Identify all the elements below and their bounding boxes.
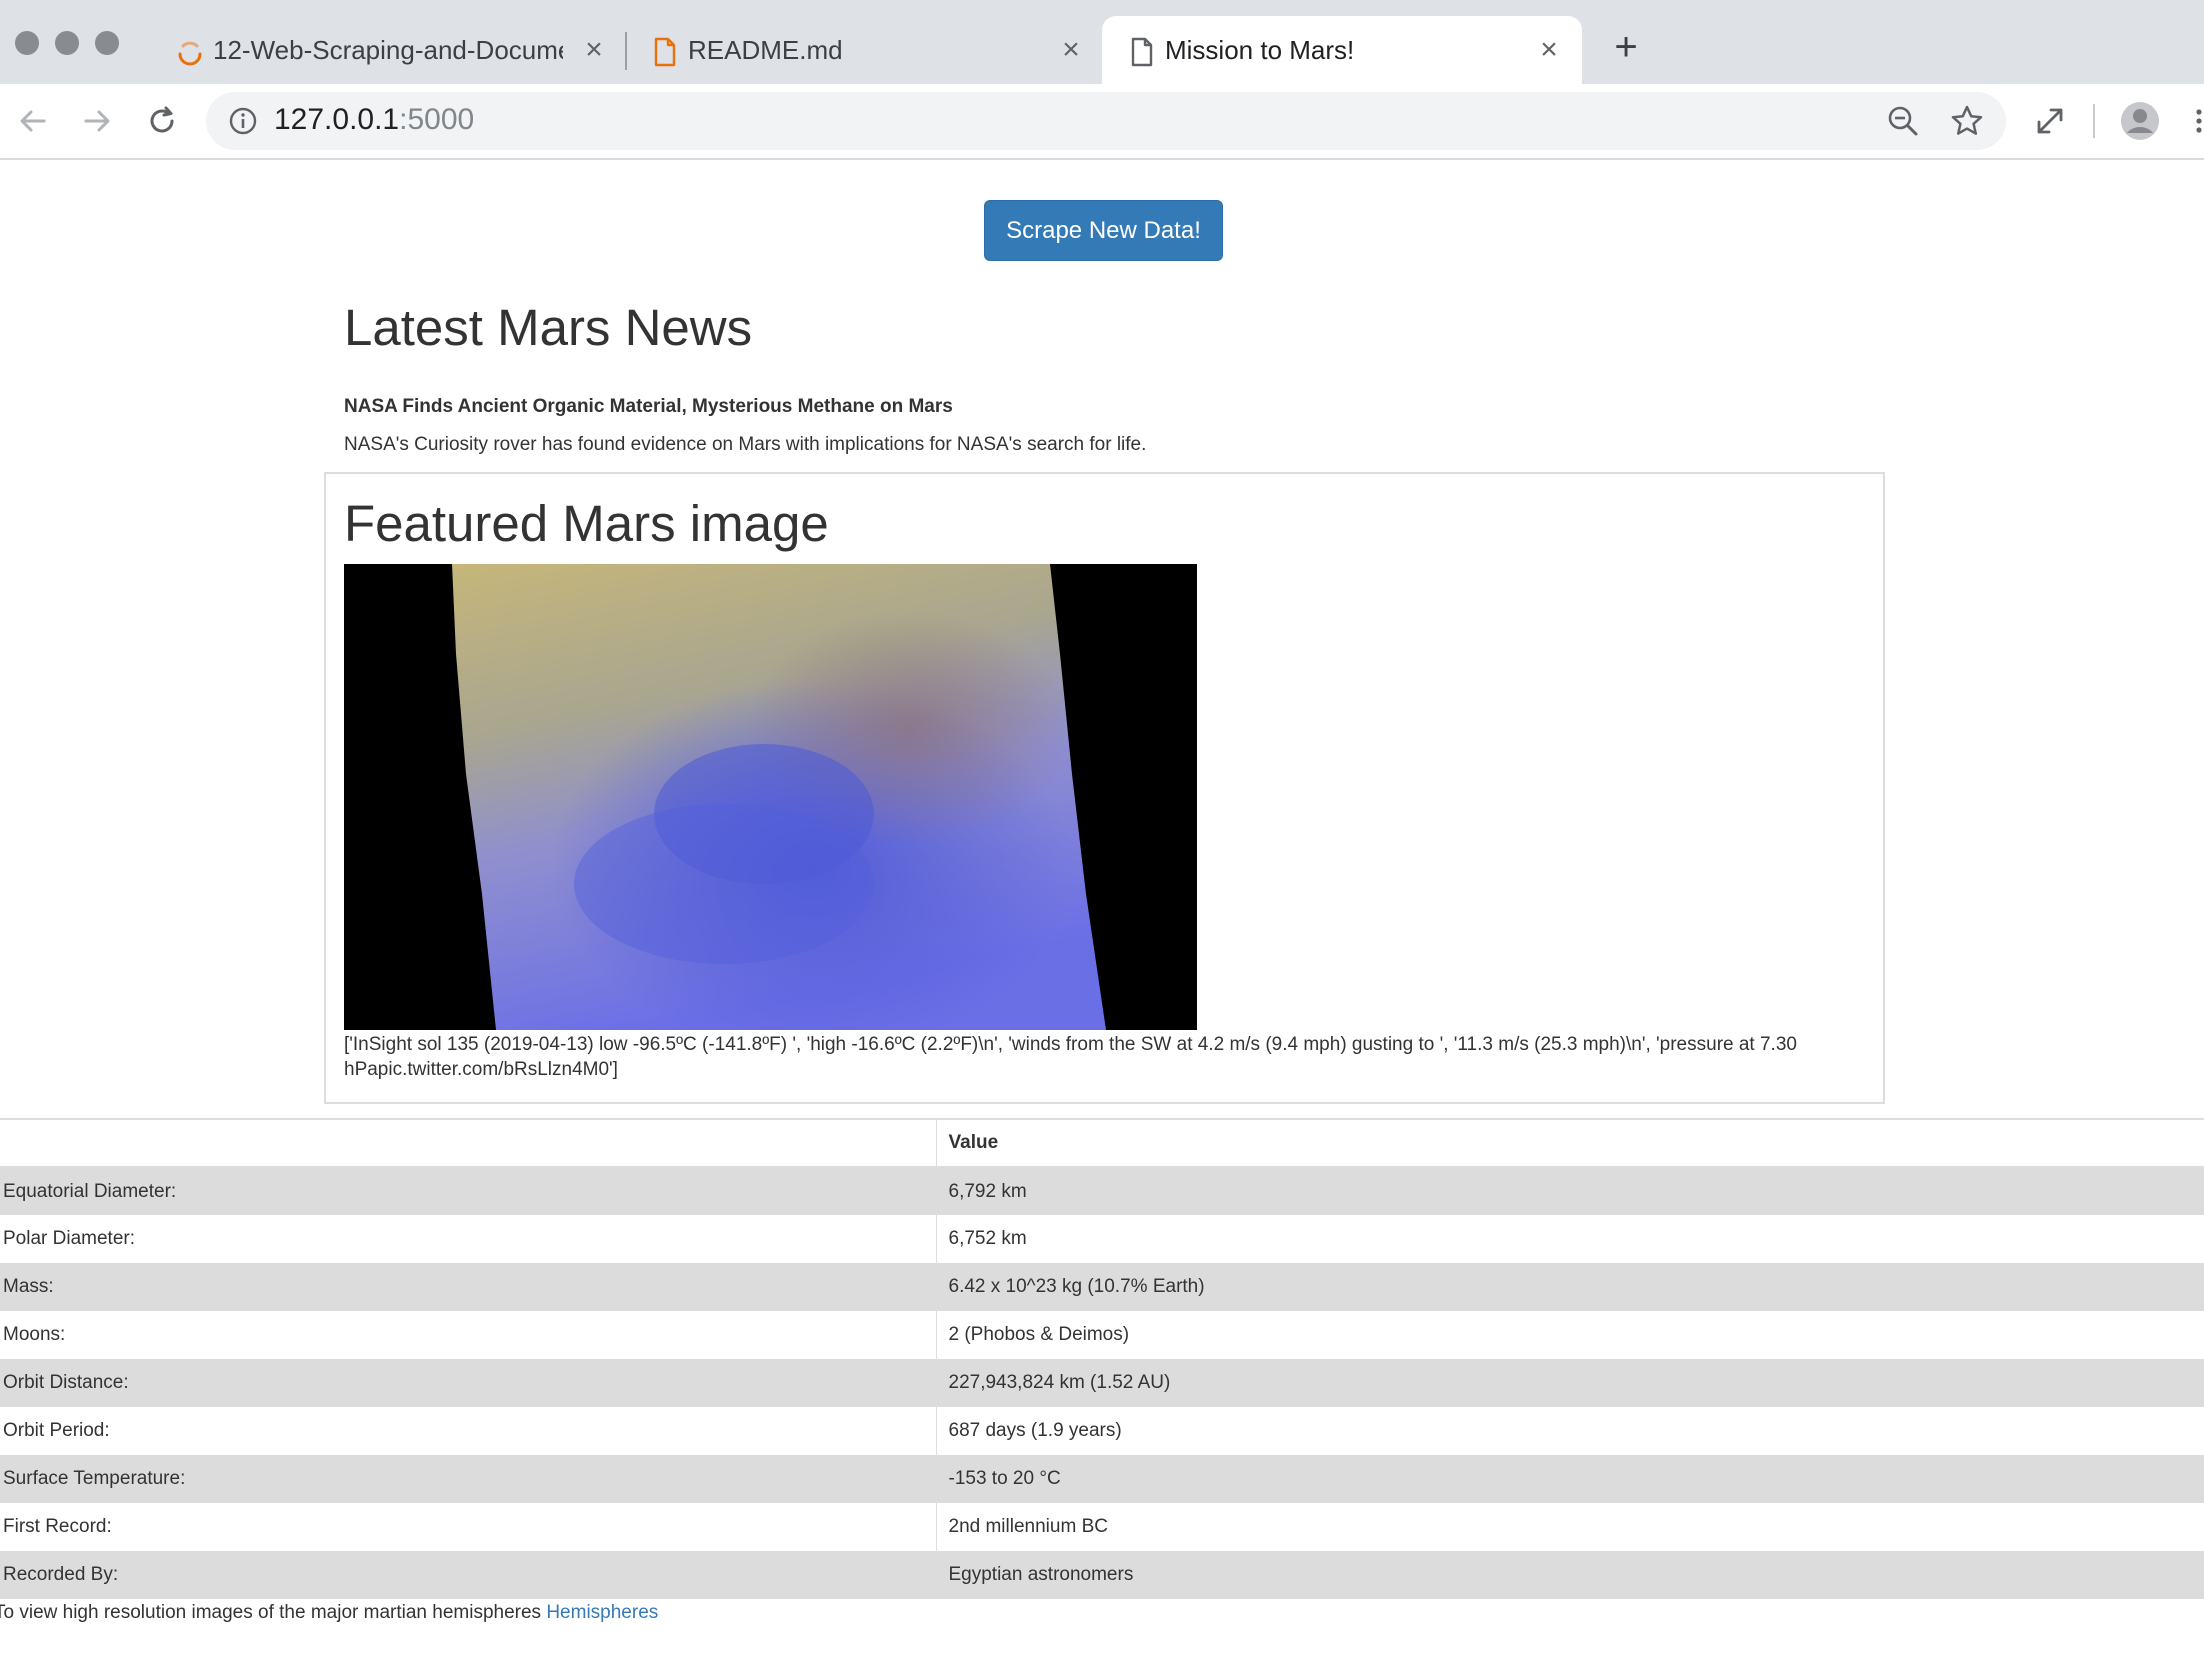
tab-title: README.md [688,35,843,65]
zoom-out-icon[interactable] [1884,102,1922,140]
page-content: Scrape New Data! Latest Mars News NASA F… [0,160,2204,1670]
table-row: Orbit Period: 687 days (1.9 years) [0,1407,2204,1455]
profile-avatar-icon[interactable] [2119,100,2161,142]
mars-weather-text: ['InSight sol 135 (2019-04-13) low -96.5… [344,1034,1797,1080]
loading-spinner-icon [178,41,202,66]
fact-value: 6,752 km [948,1228,1027,1249]
news-paragraph: NASA's Curiosity rover has found evidenc… [344,434,1147,455]
fact-value: Egyptian astronomers [948,1564,1134,1585]
mars-facts-table: Value Equatorial Diameter: 6,792 km Pola… [0,1118,2204,1599]
fact-label: Moons: [0,1311,937,1359]
more-menu-icon[interactable] [2190,102,2204,140]
table-header: Value [948,1132,999,1153]
fact-label: Polar Diameter: [0,1215,937,1263]
address-bar[interactable]: 127.0.0.1:5000 [206,92,2006,150]
minimize-window-button[interactable] [55,31,79,55]
table-row: Moons: 2 (Phobos & Deimos) [0,1311,2204,1359]
hemispheres-line: To view high resolution images of the ma… [0,1602,658,1624]
tab-mission-to-mars[interactable]: Mission to Mars! × [1102,16,1582,84]
fact-value: 2nd millennium BC [948,1516,1108,1537]
back-arrow-icon[interactable] [14,102,52,140]
tab-web-scraping[interactable]: 12-Web-Scraping-and-Document-Databases × [150,16,620,84]
toolbar-divider [2093,104,2095,138]
table-row: Polar Diameter: 6,752 km [0,1215,2204,1263]
fact-label: Surface Temperature: [0,1455,937,1503]
url-host: 127.0.0.1 [274,103,400,136]
browser-toolbar: 127.0.0.1:5000 [0,84,2204,160]
table-row: Recorded By: Egyptian astronomers [0,1551,2204,1599]
fact-value: 227,943,824 km (1.52 AU) [948,1372,1171,1393]
hemispheres-text: To view high resolution images of the ma… [0,1602,547,1623]
featured-image-heading: Featured Mars image [344,495,829,552]
fact-label: Recorded By: [0,1551,937,1599]
table-row: Mass: 6.42 x 10^23 kg (10.7% Earth) [0,1263,2204,1311]
fact-value: -153 to 20 °C [948,1468,1061,1489]
hemispheres-link[interactable]: Hemispheres [546,1602,658,1623]
fact-label: First Record: [0,1503,937,1551]
close-tab-icon[interactable]: × [1055,34,1087,66]
news-heading: Latest Mars News [344,299,753,356]
tab-title: Mission to Mars! [1165,35,1355,65]
table-row: Surface Temperature: -153 to 20 °C [0,1455,2204,1503]
table-row: Equatorial Diameter: 6,792 km [0,1167,2204,1215]
document-icon [654,37,676,67]
new-tab-icon[interactable]: + [1606,27,1646,68]
fact-value: 2 (Phobos & Deimos) [948,1324,1130,1345]
page-icon [1131,37,1153,67]
fact-label: Orbit Period: [0,1407,937,1455]
fact-label: Mass: [0,1263,937,1311]
table-header-row: Value [0,1119,2204,1167]
close-tab-icon[interactable]: × [578,34,610,66]
url-port: :5000 [399,103,475,136]
tab-strip: 12-Web-Scraping-and-Document-Databases ×… [0,0,2204,84]
news-title: NASA Finds Ancient Organic Material, Mys… [344,396,953,417]
bookmark-star-icon[interactable] [1948,102,1986,140]
fact-value: 687 days (1.9 years) [948,1420,1122,1441]
fullscreen-expand-icon[interactable] [2031,102,2069,140]
close-tab-icon[interactable]: × [1533,34,1565,66]
maximize-window-button[interactable] [95,31,119,55]
fact-value: 6,792 km [948,1180,1027,1202]
table-row: Orbit Distance: 227,943,824 km (1.52 AU) [0,1359,2204,1407]
table-row: First Record: 2nd millennium BC [0,1503,2204,1551]
close-window-button[interactable] [15,31,39,55]
forward-arrow-icon[interactable] [78,102,116,140]
reload-icon[interactable] [143,102,181,140]
site-info-icon[interactable] [228,106,258,136]
tab-readme[interactable]: README.md × [625,16,1100,84]
featured-mars-image [344,564,1197,1030]
fact-label: Equatorial Diameter: [0,1167,937,1215]
scrape-new-data-button[interactable]: Scrape New Data! [984,200,1223,261]
table-header [0,1119,937,1167]
fact-label: Orbit Distance: [0,1359,937,1407]
fact-value: 6.42 x 10^23 kg (10.7% Earth) [948,1276,1205,1297]
tab-title: 12-Web-Scraping-and-Document-Databases [213,35,563,65]
url-text[interactable]: 127.0.0.1:5000 [274,103,474,137]
